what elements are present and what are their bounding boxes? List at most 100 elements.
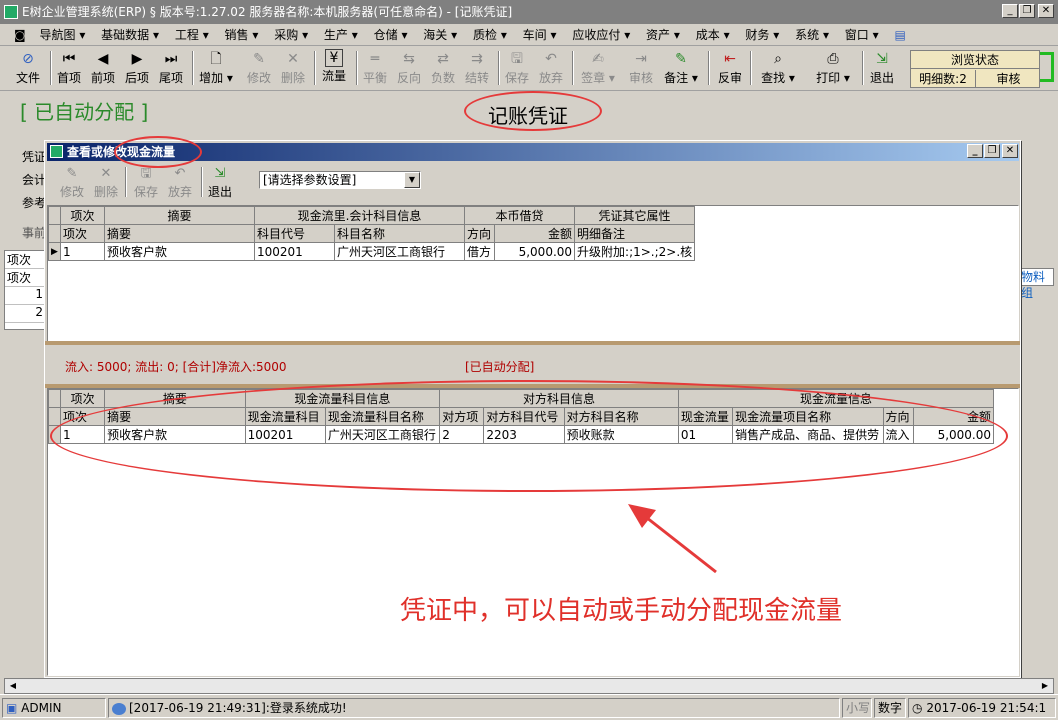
annotation-arrow bbox=[628, 504, 717, 574]
delete-button[interactable]: ✕ 删除 bbox=[278, 49, 308, 89]
side-indicator bbox=[1040, 52, 1054, 82]
delete-icon: ✕ bbox=[100, 166, 112, 181]
cell-account-name[interactable]: 广州天河区工商银行 bbox=[333, 242, 466, 261]
menu-basic-data[interactable]: 基础数据 ▾ bbox=[95, 24, 165, 46]
menu-assets[interactable]: 资产 ▾ bbox=[640, 24, 686, 46]
cashflow-label: 流量 bbox=[321, 69, 346, 83]
dialog-edit-button[interactable]: ✎ 修改 bbox=[57, 165, 87, 199]
dialog-discard-button[interactable]: ↶ 放弃 bbox=[165, 165, 195, 199]
menu-navigator[interactable]: 导航图 ▾ bbox=[33, 24, 91, 46]
next-button[interactable]: ▶ 后项 bbox=[122, 49, 152, 89]
table-row[interactable]: ▶ 1 预收客户款 100201 广州天河区工商银行 借方 5,000.00 升… bbox=[48, 242, 696, 261]
dialog-discard-label: 放弃 bbox=[167, 185, 192, 199]
window-title: E树企业管理系统(ERP) § 版本号:1.27.02 服务器名称:本机服务器(… bbox=[22, 5, 513, 19]
edit-button[interactable]: ✎ 修改 bbox=[244, 49, 274, 89]
menu-finance[interactable]: 财务 ▾ bbox=[739, 24, 785, 46]
remark-button[interactable]: ✎ 备注 ▾ bbox=[660, 49, 702, 89]
horizontal-scrollbar[interactable]: ◀ ▶ bbox=[4, 678, 1054, 694]
carry-button[interactable]: ⇉ 结转 bbox=[462, 49, 492, 89]
toolbar-separator bbox=[862, 51, 864, 85]
sign-button[interactable]: ✍ 签章 ▾ bbox=[576, 49, 620, 89]
dialog-close-icon[interactable]: ✕ bbox=[1002, 144, 1018, 158]
menu-cost[interactable]: 成本 ▾ bbox=[690, 24, 736, 46]
cell-amount[interactable]: 5,000.00 bbox=[494, 242, 576, 261]
file-button[interactable]: ⊘ 文件 bbox=[8, 49, 48, 89]
upper-col-header[interactable]: 金额 bbox=[494, 224, 576, 243]
arrow-head bbox=[628, 504, 656, 528]
menu-window[interactable]: 窗口 ▾ bbox=[839, 24, 885, 46]
menu-app-icon[interactable]: ◙ bbox=[0, 24, 30, 46]
upper-col-header[interactable]: 明细备注 bbox=[574, 224, 696, 243]
minimize-icon[interactable]: _ bbox=[1002, 4, 1018, 18]
dialog-separator bbox=[125, 167, 127, 197]
upper-group-header: 本币借贷 bbox=[464, 206, 576, 225]
upper-col-header[interactable]: 方向 bbox=[464, 224, 496, 243]
carry-icon: ⇉ bbox=[471, 51, 483, 67]
menu-customs[interactable]: 海关 ▾ bbox=[417, 24, 463, 46]
menu-ar-ap[interactable]: 应收应付 ▾ bbox=[566, 24, 636, 46]
first-button[interactable]: ⏮ 首项 bbox=[54, 49, 84, 89]
scroll-left-icon[interactable]: ◀ bbox=[6, 680, 20, 692]
cell-remark[interactable]: 升级附加:;1>.;2>.核 bbox=[574, 242, 696, 261]
close-icon[interactable]: ✕ bbox=[1038, 4, 1054, 18]
dialog-minimize-icon[interactable]: _ bbox=[967, 144, 983, 158]
dialog-exit-button[interactable]: ⇲ 退出 bbox=[205, 165, 235, 199]
cell-account-code[interactable]: 100201 bbox=[254, 242, 335, 261]
dialog-delete-button[interactable]: ✕ 删除 bbox=[91, 165, 121, 199]
bg-grid-cell: 项次 bbox=[5, 269, 47, 287]
cell-direction[interactable]: 借方 bbox=[464, 242, 496, 261]
upper-group-header-row: 项次 摘要 现金流里.会计科目信息 本币借贷 凭证其它属性 bbox=[48, 206, 696, 225]
menu-sales[interactable]: 销售 ▾ bbox=[219, 24, 265, 46]
last-icon: ⏭ bbox=[164, 51, 178, 67]
upper-col-header[interactable]: 科目名称 bbox=[333, 224, 466, 243]
print-button[interactable]: ⎙ 打印 ▾ bbox=[810, 49, 856, 89]
restore-icon[interactable]: ❐ bbox=[1019, 4, 1035, 18]
bg-grid-cell: 项次 bbox=[5, 251, 47, 269]
upper-col-header[interactable]: 科目代号 bbox=[254, 224, 335, 243]
status-num: 数字 bbox=[874, 698, 906, 718]
cell-index[interactable]: 1 bbox=[60, 242, 105, 261]
upper-group-header: 摘要 bbox=[104, 206, 255, 225]
dialog-separator bbox=[201, 167, 203, 197]
chevron-down-icon[interactable]: ▼ bbox=[404, 172, 420, 188]
splitter[interactable] bbox=[45, 341, 1020, 345]
edit-label: 修改 bbox=[246, 71, 271, 85]
undo-icon: ↶ bbox=[545, 51, 557, 67]
find-button[interactable]: ⌕ 查找 ▾ bbox=[756, 49, 800, 89]
first-icon: ⏮ bbox=[62, 51, 76, 67]
dialog-edit-label: 修改 bbox=[59, 185, 84, 199]
status-message-text: [2017-06-19 21:49:31]:登录系统成功! bbox=[129, 701, 347, 715]
menu-engineering[interactable]: 工程 ▾ bbox=[169, 24, 215, 46]
menu-production[interactable]: 生产 ▾ bbox=[318, 24, 364, 46]
cell-summary[interactable]: 预收客户款 bbox=[104, 242, 255, 261]
dialog-save-button[interactable]: 🖫 保存 bbox=[131, 165, 161, 199]
menu-extra-icon[interactable]: ▤ bbox=[888, 24, 911, 46]
scroll-right-icon[interactable]: ▶ bbox=[1038, 680, 1052, 692]
bg-label-voucher: 凭证 bbox=[22, 150, 47, 164]
cashflow-button[interactable]: ¥ 流量 bbox=[318, 49, 350, 89]
menu-purchase[interactable]: 采购 ▾ bbox=[268, 24, 314, 46]
lower-grid-highlight-ellipse bbox=[50, 380, 1008, 492]
review-button[interactable]: ⇥ 审核 bbox=[626, 49, 656, 89]
review-status: 审核 bbox=[996, 72, 1021, 86]
unreview-button[interactable]: ⇤ 反审 bbox=[714, 49, 746, 89]
param-select[interactable]: [请选择参数设置] ▼ bbox=[259, 171, 421, 189]
menu-workshop[interactable]: 车间 ▾ bbox=[517, 24, 563, 46]
prev-button[interactable]: ◀ 前项 bbox=[88, 49, 118, 89]
unreview-icon: ⇤ bbox=[724, 51, 736, 67]
status-clock-text: 2017-06-19 21:54:1 bbox=[926, 701, 1047, 715]
last-button[interactable]: ⏭ 尾项 bbox=[156, 49, 186, 89]
menu-system[interactable]: 系统 ▾ bbox=[789, 24, 835, 46]
menu-warehouse[interactable]: 仓储 ▾ bbox=[368, 24, 414, 46]
reverse-button[interactable]: ⇆ 反向 bbox=[394, 49, 424, 89]
upper-col-header[interactable]: 摘要 bbox=[104, 224, 255, 243]
negative-button[interactable]: ⇄ 负数 bbox=[428, 49, 458, 89]
save-button[interactable]: 🖫 保存 bbox=[502, 49, 532, 89]
menu-quality[interactable]: 质检 ▾ bbox=[467, 24, 513, 46]
add-button[interactable]: 🗋 增加 ▾ bbox=[196, 49, 236, 89]
exit-button[interactable]: ⇲ 退出 bbox=[866, 49, 898, 89]
balance-button[interactable]: ═ 平衡 bbox=[360, 49, 390, 89]
discard-button[interactable]: ↶ 放弃 bbox=[536, 49, 566, 89]
dialog-restore-icon[interactable]: ❐ bbox=[984, 144, 1000, 158]
upper-col-header[interactable]: 项次 bbox=[60, 224, 105, 243]
